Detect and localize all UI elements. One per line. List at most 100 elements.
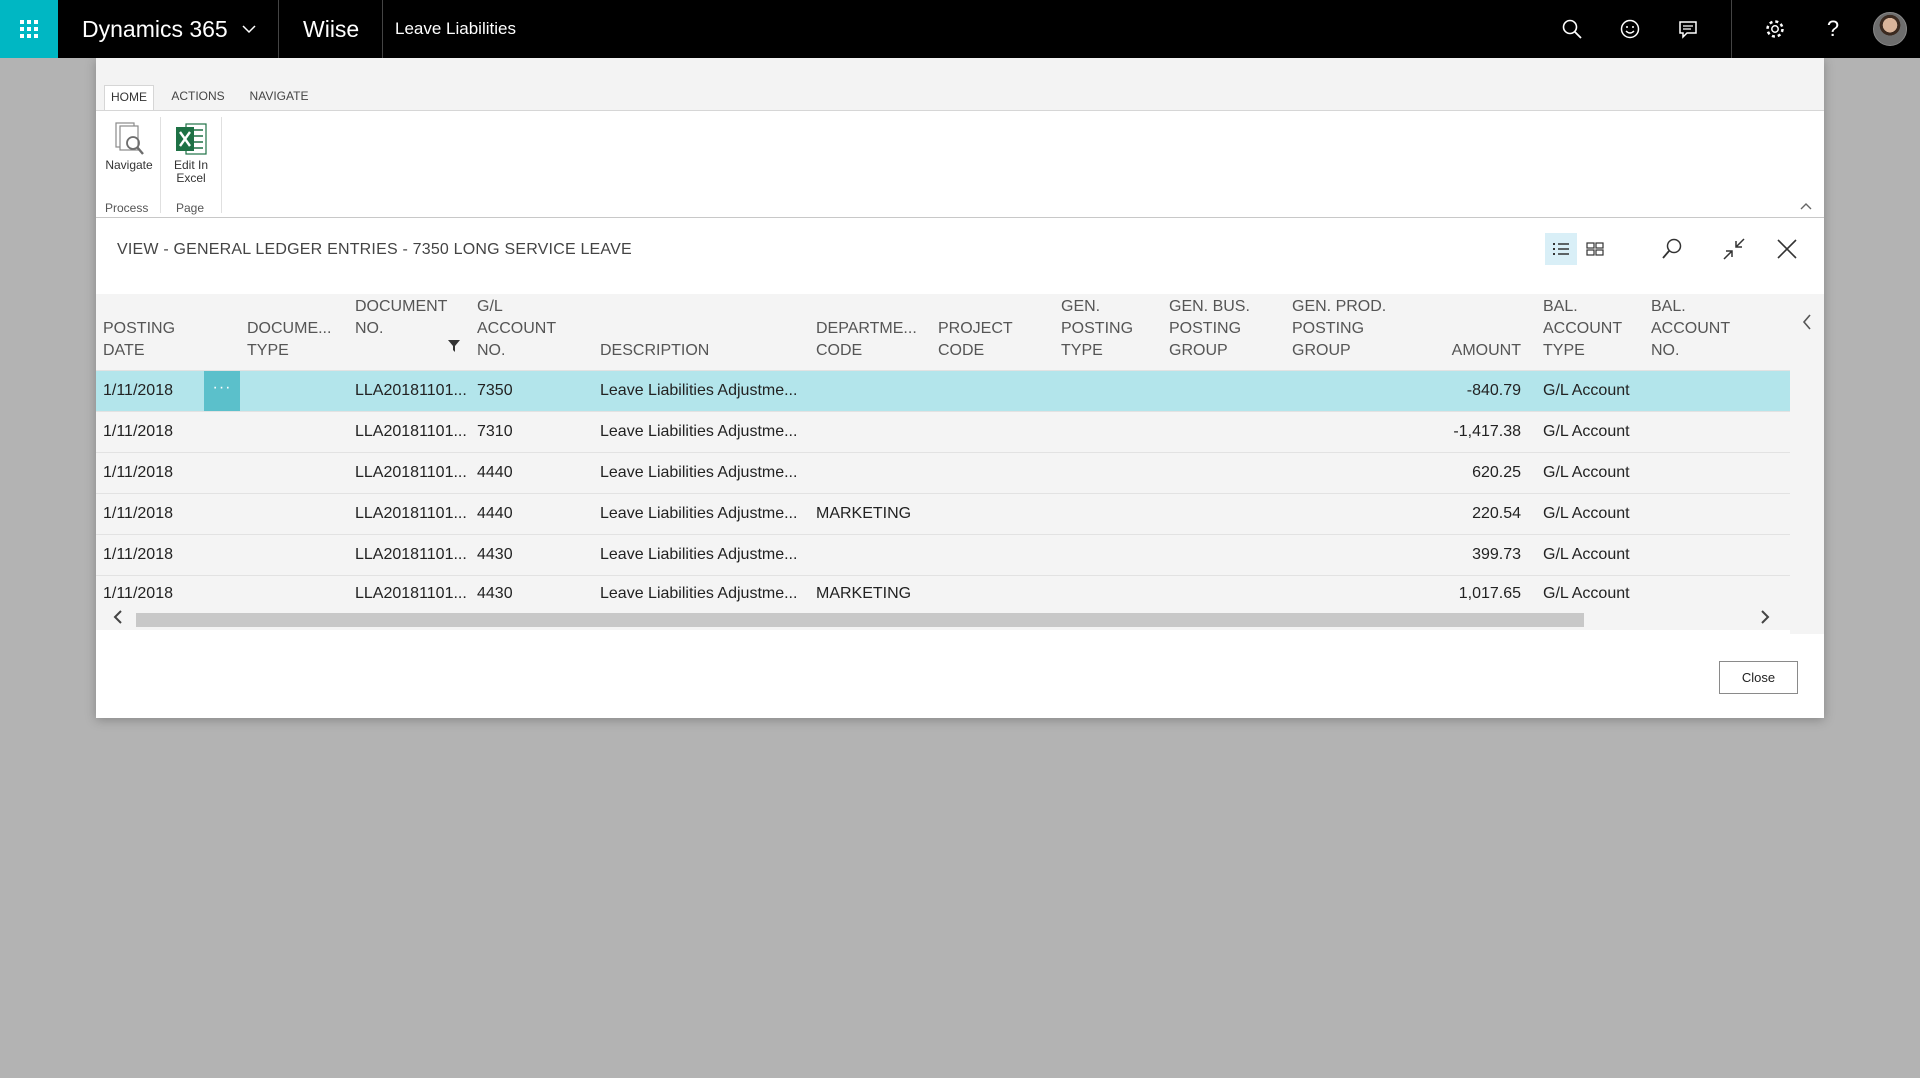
cell-department-code: MARKETING xyxy=(816,505,912,522)
edit-in-excel-button[interactable]: Edit In Excel xyxy=(163,121,219,185)
column-header-description[interactable]: DESCRIPTION xyxy=(600,340,709,362)
tab-navigate[interactable]: NAVIGATE xyxy=(244,88,314,110)
excel-icon xyxy=(174,121,208,155)
settings-icon[interactable] xyxy=(1760,14,1790,44)
ledger-entries-grid: POSTING DATE DOCUME... TYPE DOCUMENT NO.… xyxy=(96,294,1790,634)
cell-gl-account-no: 4430 xyxy=(477,585,513,602)
cell-posting-date: 1/11/2018 xyxy=(103,464,173,481)
table-row[interactable]: 1/11/2018 LLA20181101... 4440 Leave Liab… xyxy=(96,452,1790,493)
tab-actions[interactable]: ACTIONS xyxy=(168,88,228,110)
edit-in-excel-label: Edit In Excel xyxy=(173,158,209,185)
cell-department-code: MARKETING xyxy=(816,585,912,602)
table-row[interactable]: 1/11/2018 LLA20181101... 4430 Leave Liab… xyxy=(96,575,1790,611)
cell-bal-account-type: G/L Account xyxy=(1543,382,1630,399)
cell-document-no[interactable]: LLA20181101... xyxy=(355,576,467,612)
cell-document-no[interactable]: LLA20181101... xyxy=(355,371,467,411)
grid-header: POSTING DATE DOCUME... TYPE DOCUMENT NO.… xyxy=(96,294,1790,370)
column-header-project-code[interactable]: PROJECT CODE xyxy=(938,318,1013,362)
group-divider xyxy=(160,117,161,213)
column-header-document-type[interactable]: DOCUME... TYPE xyxy=(247,318,331,362)
scroll-right-icon[interactable] xyxy=(1760,610,1770,630)
cell-description: Leave Liabilities Adjustme... xyxy=(600,546,798,563)
factbox-toggle-strip xyxy=(1790,294,1824,634)
column-header-posting-date[interactable]: POSTING DATE xyxy=(103,318,175,362)
cell-posting-date: 1/11/2018 xyxy=(103,546,173,563)
chevron-down-icon xyxy=(242,0,256,58)
scrollbar-thumb[interactable] xyxy=(136,613,1584,627)
cell-posting-date: 1/11/2018 xyxy=(103,382,173,399)
table-row[interactable]: 1/11/2018 LLA20181101... 4430 Leave Liab… xyxy=(96,534,1790,575)
close-button[interactable]: Close xyxy=(1719,661,1798,694)
cell-document-no[interactable]: LLA20181101... xyxy=(355,412,467,452)
horizontal-scrollbar[interactable] xyxy=(96,610,1790,630)
cell-posting-date: 1/11/2018 xyxy=(103,423,173,440)
cell-gl-account-no: 4440 xyxy=(477,505,513,522)
cell-description: Leave Liabilities Adjustme... xyxy=(600,423,798,440)
cell-document-no[interactable]: LLA20181101... xyxy=(355,494,467,534)
tab-home[interactable]: HOME xyxy=(104,85,154,110)
smiley-icon[interactable] xyxy=(1615,14,1645,44)
column-header-bal-account-type[interactable]: BAL. ACCOUNT TYPE xyxy=(1543,296,1622,362)
cell-amount: 220.54 xyxy=(1472,505,1521,522)
navigate-icon xyxy=(112,121,146,155)
app-name: Dynamics 365 xyxy=(82,16,228,42)
navigate-button[interactable]: Navigate xyxy=(100,121,158,172)
table-row[interactable]: 1/11/2018 LLA20181101... 4440 Leave Liab… xyxy=(96,493,1790,534)
expand-factbox-icon[interactable] xyxy=(1802,314,1812,335)
cell-gl-account-no: 7350 xyxy=(477,382,513,399)
user-avatar[interactable] xyxy=(1873,12,1907,46)
divider xyxy=(278,0,279,58)
cell-description: Leave Liabilities Adjustme... xyxy=(600,382,798,399)
collapse-ribbon-icon[interactable] xyxy=(1800,199,1812,213)
app-name-menu[interactable]: Dynamics 365 xyxy=(82,0,256,58)
tile-view-icon[interactable] xyxy=(1579,233,1611,265)
collapse-icon[interactable] xyxy=(1718,233,1750,265)
column-header-document-no[interactable]: DOCUMENT NO. xyxy=(355,294,461,362)
cell-bal-account-type: G/L Account xyxy=(1543,546,1630,563)
cell-amount: 399.73 xyxy=(1472,546,1521,563)
column-header-gen-bus-posting-group[interactable]: GEN. BUS. POSTING GROUP xyxy=(1169,296,1250,362)
cell-bal-account-type: G/L Account xyxy=(1543,464,1630,481)
top-navigation-bar: Dynamics 365 Wiise Leave Liabilities ? xyxy=(0,0,1920,58)
column-header-amount[interactable]: AMOUNT xyxy=(1416,340,1521,362)
page-title: Leave Liabilities xyxy=(395,19,516,38)
table-row[interactable]: 1/11/2018 ··· LLA20181101... 7350 Leave … xyxy=(96,370,1790,411)
list-view-icon[interactable] xyxy=(1545,233,1577,265)
column-header-bal-account-no[interactable]: BAL. ACCOUNT NO. xyxy=(1651,296,1730,362)
close-icon[interactable] xyxy=(1771,233,1803,265)
table-row[interactable]: 1/11/2018 LLA20181101... 7310 Leave Liab… xyxy=(96,411,1790,452)
column-header-department-code[interactable]: DEPARTME... CODE xyxy=(816,318,917,362)
cell-amount: 620.25 xyxy=(1472,464,1521,481)
group-label-process: Process xyxy=(105,201,149,215)
cell-gl-account-no: 4440 xyxy=(477,464,513,481)
cell-document-no[interactable]: LLA20181101... xyxy=(355,453,467,493)
cell-gl-account-no: 4430 xyxy=(477,546,513,563)
column-header-gl-account-no[interactable]: G/L ACCOUNT NO. xyxy=(477,296,556,362)
row-actions-button[interactable]: ··· xyxy=(204,371,240,411)
divider xyxy=(1731,0,1732,58)
company-name[interactable]: Wiise xyxy=(303,0,359,58)
group-label-page: Page xyxy=(176,201,205,215)
ribbon-tab-bar: HOME ACTIONS NAVIGATE xyxy=(96,58,1824,110)
cell-description: Leave Liabilities Adjustme... xyxy=(600,585,798,602)
help-icon[interactable]: ? xyxy=(1818,14,1848,44)
cell-document-no[interactable]: LLA20181101... xyxy=(355,535,467,575)
app-launcher-icon[interactable] xyxy=(0,0,58,58)
search-icon[interactable] xyxy=(1656,233,1688,265)
cell-posting-date: 1/11/2018 xyxy=(103,585,173,602)
divider xyxy=(382,0,383,58)
feedback-icon[interactable] xyxy=(1673,14,1703,44)
cell-amount: -1,417.38 xyxy=(1453,423,1521,440)
cell-gl-account-no: 7310 xyxy=(477,423,513,440)
column-header-gen-posting-type[interactable]: GEN. POSTING TYPE xyxy=(1061,296,1133,362)
cell-amount: -840.79 xyxy=(1466,382,1521,399)
search-icon[interactable] xyxy=(1557,14,1587,44)
cell-posting-date: 1/11/2018 xyxy=(103,505,173,522)
filter-icon[interactable] xyxy=(448,315,461,359)
cell-description: Leave Liabilities Adjustme... xyxy=(600,505,798,522)
cell-bal-account-type: G/L Account xyxy=(1543,423,1630,440)
view-title: VIEW - GENERAL LEDGER ENTRIES - 7350 LON… xyxy=(117,241,632,258)
column-header-gen-prod-posting-group[interactable]: GEN. PROD. POSTING GROUP xyxy=(1292,296,1386,362)
cell-description: Leave Liabilities Adjustme... xyxy=(600,464,798,481)
scroll-left-icon[interactable] xyxy=(113,610,123,630)
